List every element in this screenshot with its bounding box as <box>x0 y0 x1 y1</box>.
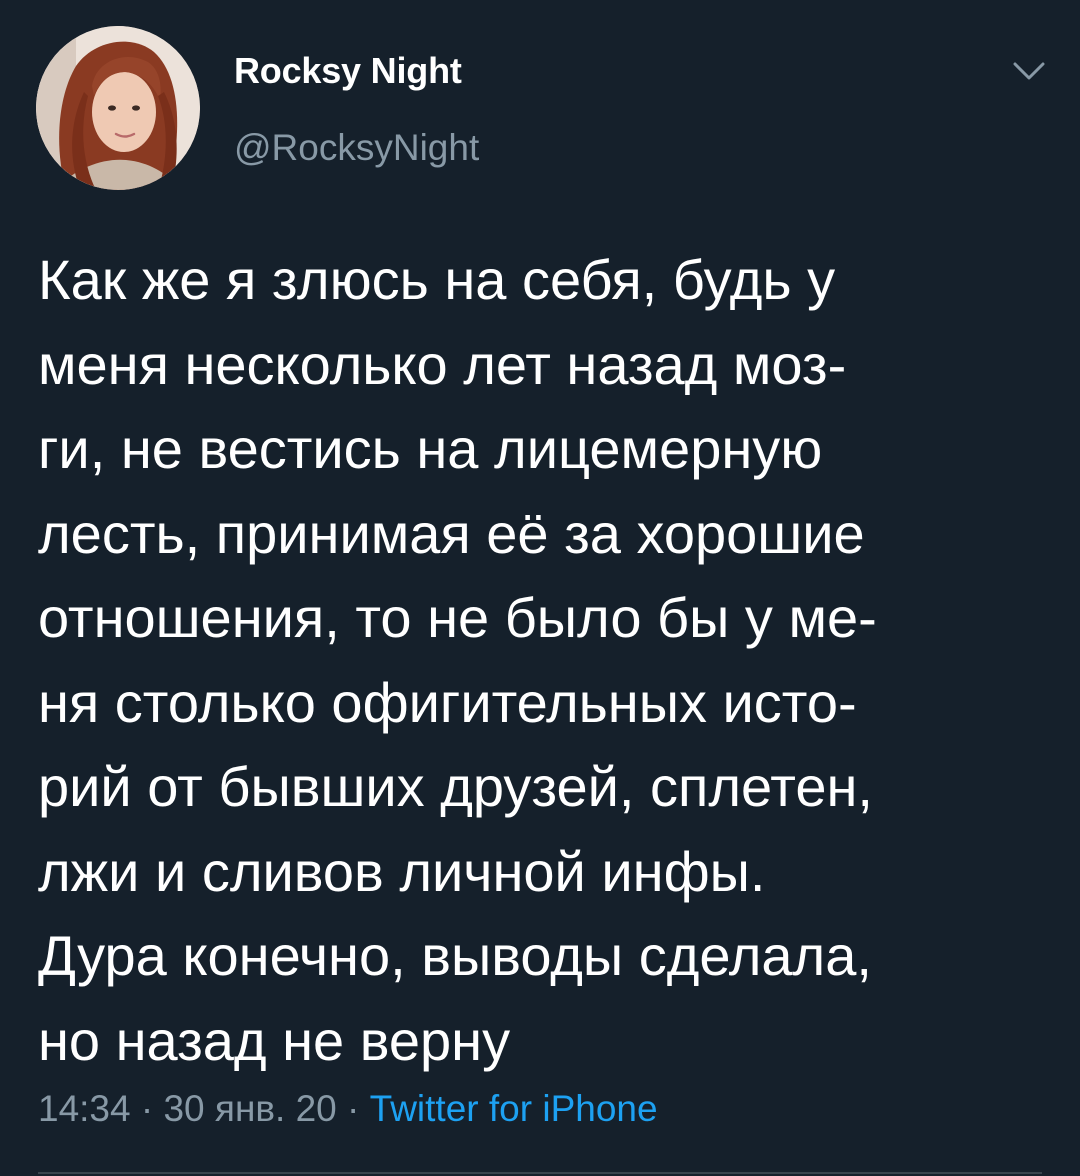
divider <box>38 1172 1042 1174</box>
tweet-time[interactable]: 14:34 <box>38 1088 131 1129</box>
tweet-text-line: но назад не верну <box>38 1008 511 1072</box>
avatar-image <box>36 26 200 190</box>
tweet-text-line: Дура конечно, выводы сделала, <box>38 924 872 987</box>
tweet-text-line: Как же я злюсь на себя, будь у <box>38 248 836 311</box>
tweet-text-line: ня столько офигительных исто- <box>38 670 857 734</box>
tweet-date[interactable]: 30 янв. 20 <box>163 1088 336 1129</box>
meta-separator: · <box>130 1088 164 1129</box>
tweet-source-link[interactable]: Twitter for iPhone <box>370 1088 658 1129</box>
tweet-text-line: лесть, принимая её за хорошие <box>38 501 865 565</box>
tweet-meta: 14:34 · 30 янв. 20 · Twitter for iPhone <box>38 1088 658 1130</box>
tweet-text-line: лжи и сливов личной инфы. <box>38 839 766 903</box>
tweet-text-line: меня несколько лет назад моз- <box>38 332 847 396</box>
meta-separator: · <box>336 1088 370 1129</box>
tweet-text-line: отношения, то не было бы у ме- <box>38 586 877 649</box>
tweet-text-line: рий от бывших друзей, сплетен, <box>38 755 873 818</box>
avatar[interactable] <box>36 26 200 190</box>
tweet-card: Rocksy Night @RocksyNight Как же я злюсь… <box>0 0 1080 1176</box>
tweet-text: Как же я злюсь на себя, будь у меня неск… <box>38 238 1048 1083</box>
user-handle[interactable]: @RocksyNight <box>234 127 479 169</box>
chevron-down-icon[interactable] <box>1009 58 1049 88</box>
tweet-text-line: ги, не вестись на лицемерную <box>38 417 823 480</box>
display-name[interactable]: Rocksy Night <box>234 50 462 92</box>
